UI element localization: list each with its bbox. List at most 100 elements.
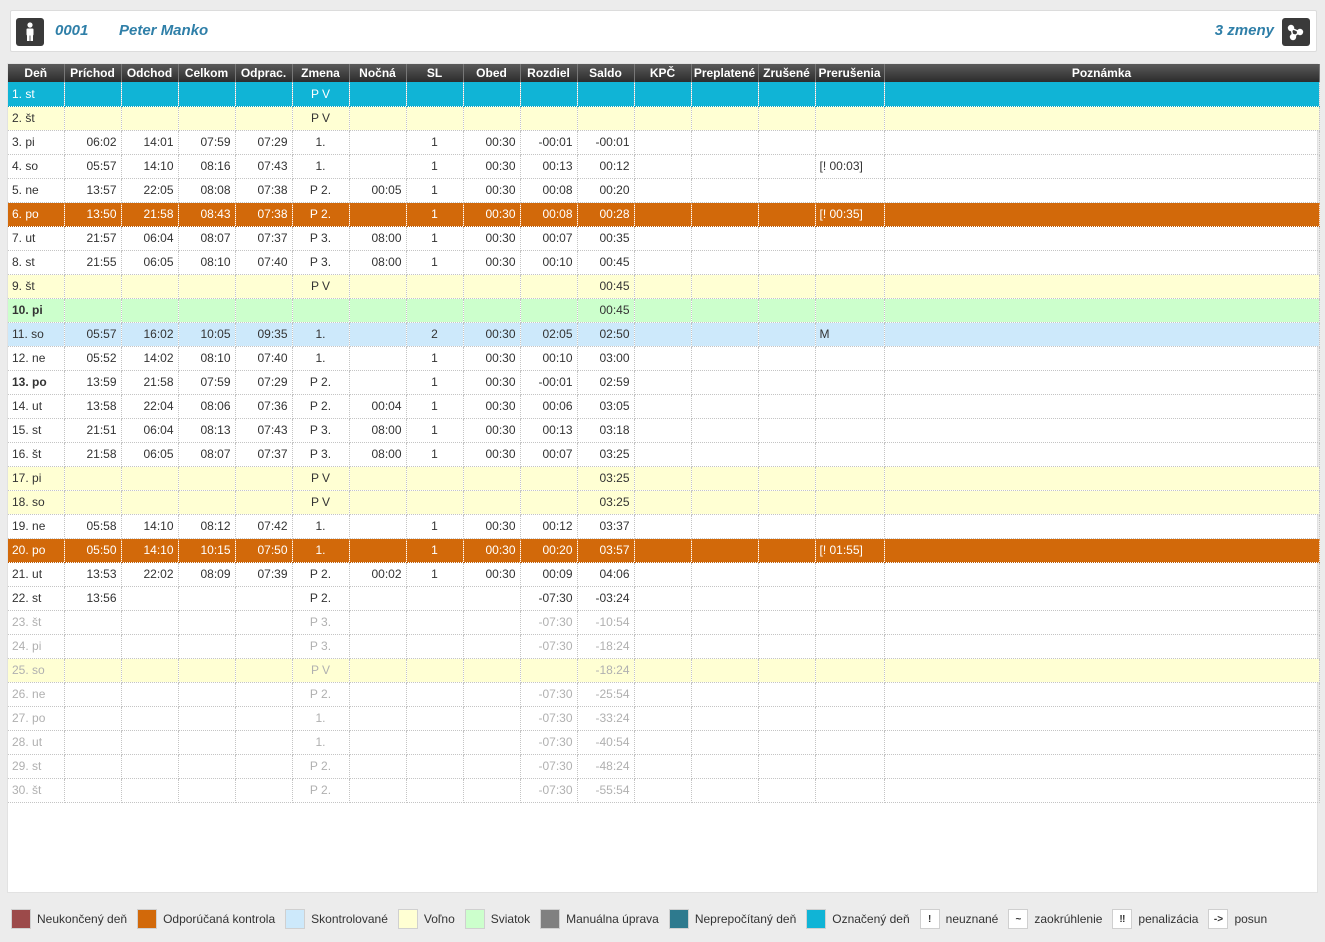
table-cell[interactable] — [815, 562, 885, 587]
table-cell[interactable] — [235, 658, 293, 683]
table-cell[interactable]: 07:39 — [235, 562, 293, 587]
table-cell[interactable]: P 3. — [292, 634, 350, 659]
table-cell[interactable] — [758, 634, 816, 659]
table-cell[interactable] — [121, 658, 179, 683]
table-cell[interactable] — [406, 706, 464, 731]
table-cell[interactable]: 06:04 — [121, 226, 179, 251]
table-cell[interactable]: 23. št — [8, 610, 65, 635]
table-cell[interactable] — [884, 130, 1320, 155]
table-cell[interactable] — [634, 586, 692, 611]
table-cell[interactable] — [349, 154, 407, 179]
table-cell[interactable] — [634, 178, 692, 203]
column-header[interactable]: Odprac. — [235, 64, 293, 82]
table-cell[interactable] — [349, 370, 407, 395]
table-cell[interactable]: [! 00:35] — [815, 202, 885, 227]
table-cell[interactable] — [691, 610, 759, 635]
table-cell[interactable]: P V — [292, 466, 350, 491]
table-cell[interactable] — [178, 466, 236, 491]
table-cell[interactable] — [634, 730, 692, 755]
table-cell[interactable] — [634, 346, 692, 371]
table-cell[interactable]: 4. so — [8, 154, 65, 179]
table-cell[interactable]: [! 01:55] — [815, 538, 885, 563]
table-cell[interactable] — [64, 106, 122, 131]
table-row[interactable]: 2. št P V — [8, 106, 1320, 131]
table-cell[interactable] — [463, 586, 521, 611]
table-cell[interactable]: P V — [292, 274, 350, 299]
table-cell[interactable]: -07:30 — [520, 754, 578, 779]
table-cell[interactable]: P 3. — [292, 250, 350, 275]
table-cell[interactable]: 07:40 — [235, 250, 293, 275]
table-cell[interactable] — [815, 178, 885, 203]
table-cell[interactable]: 00:04 — [349, 394, 407, 419]
table-row[interactable]: 20. po 05:50 14:10 10:15 07:50 1. 1 00:30 00:20 0… — [8, 538, 1320, 563]
table-cell[interactable]: P 2. — [292, 586, 350, 611]
column-header[interactable]: Saldo — [577, 64, 635, 82]
table-cell[interactable]: 1. — [292, 538, 350, 563]
table-cell[interactable] — [349, 754, 407, 779]
table-cell[interactable]: 00:30 — [463, 346, 521, 371]
column-header[interactable]: Zrušené — [758, 64, 816, 82]
table-cell[interactable]: 21:57 — [64, 226, 122, 251]
table-cell[interactable] — [691, 514, 759, 539]
table-cell[interactable] — [235, 634, 293, 659]
table-cell[interactable]: -48:24 — [577, 754, 635, 779]
table-cell[interactable] — [463, 658, 521, 683]
table-cell[interactable] — [235, 778, 293, 803]
table-cell[interactable] — [884, 466, 1320, 491]
table-cell[interactable] — [815, 298, 885, 323]
table-cell[interactable]: 07:38 — [235, 178, 293, 203]
table-cell[interactable]: 08:00 — [349, 226, 407, 251]
table-cell[interactable] — [406, 490, 464, 515]
table-cell[interactable]: 00:13 — [520, 154, 578, 179]
table-cell[interactable]: 00:05 — [349, 178, 407, 203]
shifts-label[interactable]: 3 zmeny — [1215, 22, 1274, 39]
table-cell[interactable]: 07:42 — [235, 514, 293, 539]
table-cell[interactable] — [349, 610, 407, 635]
table-cell[interactable]: 00:09 — [520, 562, 578, 587]
table-cell[interactable] — [758, 442, 816, 467]
table-cell[interactable] — [178, 274, 236, 299]
table-cell[interactable]: 12. ne — [8, 346, 65, 371]
table-cell[interactable] — [178, 106, 236, 131]
table-cell[interactable] — [758, 154, 816, 179]
table-cell[interactable] — [634, 514, 692, 539]
table-cell[interactable] — [815, 418, 885, 443]
table-cell[interactable] — [634, 658, 692, 683]
table-cell[interactable] — [235, 610, 293, 635]
table-cell[interactable]: 00:30 — [463, 322, 521, 347]
table-cell[interactable] — [520, 490, 578, 515]
table-cell[interactable] — [884, 250, 1320, 275]
table-cell[interactable] — [815, 754, 885, 779]
table-cell[interactable] — [178, 610, 236, 635]
table-cell[interactable] — [884, 778, 1320, 803]
table-cell[interactable] — [349, 322, 407, 347]
table-cell[interactable] — [463, 634, 521, 659]
table-cell[interactable] — [349, 586, 407, 611]
table-cell[interactable] — [691, 634, 759, 659]
table-cell[interactable] — [634, 322, 692, 347]
table-cell[interactable] — [691, 586, 759, 611]
table-cell[interactable]: 07:37 — [235, 226, 293, 251]
table-cell[interactable] — [758, 562, 816, 587]
table-cell[interactable] — [758, 202, 816, 227]
table-cell[interactable]: 21. ut — [8, 562, 65, 587]
table-cell[interactable] — [884, 178, 1320, 203]
table-cell[interactable] — [463, 706, 521, 731]
table-row[interactable]: 19. ne 05:58 14:10 08:12 07:42 1. 1 00:30 00:12 0… — [8, 514, 1320, 539]
table-cell[interactable] — [121, 610, 179, 635]
table-cell[interactable]: 21:58 — [64, 442, 122, 467]
table-cell[interactable] — [691, 394, 759, 419]
table-cell[interactable] — [691, 370, 759, 395]
table-cell[interactable] — [235, 106, 293, 131]
table-cell[interactable] — [520, 298, 578, 323]
table-cell[interactable]: 2. št — [8, 106, 65, 131]
table-cell[interactable]: 13:57 — [64, 178, 122, 203]
table-cell[interactable]: 14:10 — [121, 514, 179, 539]
table-cell[interactable]: -10:54 — [577, 610, 635, 635]
table-cell[interactable] — [884, 202, 1320, 227]
table-row[interactable]: 1. st P V — [8, 82, 1320, 107]
table-row[interactable]: 4. so 05:57 14:10 08:16 07:43 1. 1 00:30 00:13 00… — [8, 154, 1320, 179]
table-cell[interactable]: 22:04 — [121, 394, 179, 419]
table-cell[interactable] — [758, 658, 816, 683]
table-row[interactable]: 8. st 21:55 06:05 08:10 07:40 P 3. 08:00 1 00:30… — [8, 250, 1320, 275]
